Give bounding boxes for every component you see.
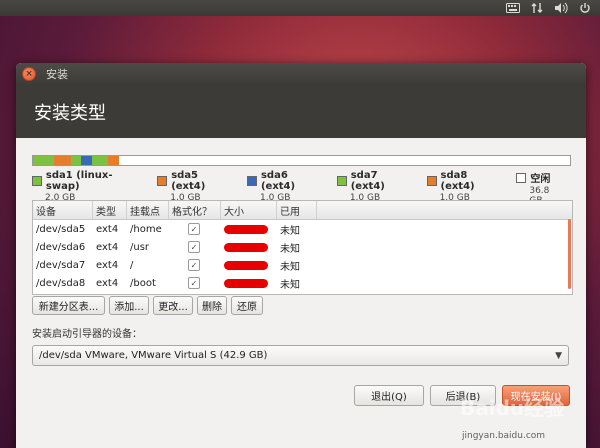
partition-segment <box>118 156 570 165</box>
cell-used: 未知 <box>280 279 300 291</box>
network-arrows-icon[interactable] <box>530 2 544 14</box>
legend-name: sda1 (linux-swap) <box>45 170 113 192</box>
table-row[interactable]: /dev/sda5 ext4/home ✓ 未知 <box>33 220 572 238</box>
top-panel <box>0 0 600 16</box>
boot-device-value: /dev/sda VMware, VMware Virtual S (42.9 … <box>39 350 268 361</box>
format-checkbox[interactable]: ✓ <box>188 259 200 271</box>
cell-size <box>221 242 277 252</box>
close-icon[interactable]: × <box>22 67 36 81</box>
col-used[interactable]: 已用 <box>277 201 317 219</box>
cell-mount: /boot <box>130 277 156 289</box>
page-title: 安装类型 <box>16 85 586 138</box>
table-row[interactable]: /dev/sda6 ext4/usr ✓ 未知 <box>33 238 572 256</box>
scrollbar[interactable] <box>568 219 571 289</box>
cell-used: 未知 <box>280 261 300 273</box>
legend-swatch <box>157 176 168 186</box>
format-checkbox[interactable]: ✓ <box>188 241 200 253</box>
legend-swatch <box>516 172 527 183</box>
cell-type: ext4 <box>96 241 119 253</box>
legend-name: sda6 (ext4) <box>260 170 296 192</box>
partition-segment <box>33 156 55 165</box>
cell-size <box>221 260 277 270</box>
delete-button[interactable]: 删除 <box>197 296 227 315</box>
cell-size <box>221 278 277 288</box>
legend-swatch <box>32 176 42 186</box>
titlebar: × 安装 <box>16 63 586 85</box>
table-row[interactable]: /dev/sda8 ext4/boot ✓ 未知 <box>33 274 572 292</box>
volume-icon[interactable] <box>554 2 568 14</box>
col-size[interactable]: 大小 <box>221 201 277 219</box>
cell-device: /dev/sda8 <box>36 277 86 289</box>
window-title: 安装 <box>46 68 68 81</box>
legend-name: sda8 (ext4) <box>440 170 475 192</box>
cell-device: /dev/sda7 <box>36 259 86 271</box>
redacted-mark <box>224 224 268 234</box>
keyboard-icon[interactable] <box>506 2 520 14</box>
partition-bar <box>32 155 571 166</box>
cell-device: /dev/sda6 <box>36 241 86 253</box>
cell-type: ext4 <box>96 223 119 235</box>
new-partition-table-button[interactable]: 新建分区表... <box>32 296 105 315</box>
cell-used: 未知 <box>280 225 300 237</box>
table-row[interactable]: /dev/sda7 ext4 / ✓ 未知 <box>33 256 572 274</box>
revert-button[interactable]: 还原 <box>231 296 263 315</box>
legend-name: sda7 (ext4) <box>350 170 385 192</box>
legend-swatch <box>247 176 257 186</box>
col-device[interactable]: 设备 <box>33 201 93 219</box>
format-checkbox[interactable]: ✓ <box>188 223 200 235</box>
col-type[interactable]: 类型 <box>93 201 127 219</box>
format-checkbox[interactable]: ✓ <box>188 277 200 289</box>
redacted-mark <box>224 278 268 288</box>
cell-device: /dev/sda5 <box>36 223 86 235</box>
legend-swatch <box>336 176 347 186</box>
cell-format: ✓ <box>169 259 221 271</box>
chevron-down-icon: ▼ <box>555 351 562 361</box>
legend-name: 空闲 <box>530 174 551 185</box>
quit-button[interactable]: 退出(Q) <box>354 385 424 406</box>
legend-name: sda5 (ext4) <box>171 170 206 192</box>
cell-format: ✓ <box>169 277 221 289</box>
table-header: 设备 类型 挂载点 格式化？ 大小 已用 <box>33 201 572 220</box>
cell-format: ✓ <box>169 223 221 235</box>
redacted-mark <box>224 260 268 270</box>
partition-table[interactable]: 设备 类型 挂载点 格式化？ 大小 已用 /dev/sda5 ext4/home ✓… <box>32 200 573 295</box>
cell-type: ext4 <box>96 277 119 289</box>
partition-segment <box>81 156 93 165</box>
boot-device-label: 安装启动引导器的设备： <box>32 329 142 340</box>
watermark-logo: Baidu经验 <box>460 396 565 420</box>
installer-window: × 安装 安装类型 sda1 (linux-swap) 2.0 GB sda5 (e… <box>16 63 586 448</box>
cell-mount: / <box>130 259 134 271</box>
cell-mount: /usr <box>130 241 150 253</box>
change-button[interactable]: 更改... <box>153 296 193 315</box>
partition-segment <box>108 156 119 165</box>
boot-device-select[interactable]: /dev/sda VMware, VMware Virtual S (42.9 … <box>32 345 569 366</box>
col-format[interactable]: 格式化？ <box>169 201 221 219</box>
partition-segment <box>54 156 71 165</box>
partition-segment <box>92 156 109 165</box>
add-button[interactable]: 添加... <box>109 296 149 315</box>
cell-type: ext4 <box>96 259 119 271</box>
redacted-mark <box>224 242 268 252</box>
partition-segment <box>70 156 82 165</box>
cell-used: 未知 <box>280 243 300 255</box>
watermark-url: jingyan.baidu.com <box>462 431 546 441</box>
col-mount[interactable]: 挂载点 <box>127 201 169 219</box>
legend-swatch <box>426 176 437 186</box>
cell-format: ✓ <box>169 241 221 253</box>
cell-size <box>221 224 277 234</box>
power-icon[interactable] <box>578 2 592 14</box>
cell-mount: /home <box>130 223 162 235</box>
